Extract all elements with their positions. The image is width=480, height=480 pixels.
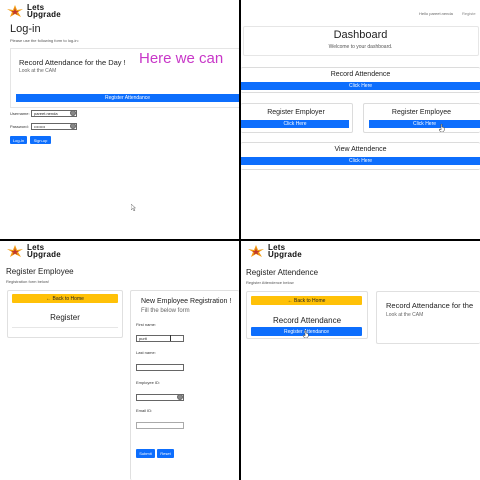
username-label: Username: bbox=[10, 111, 30, 116]
page-subtitle: Registration form below! bbox=[6, 279, 50, 284]
view-attendance-title: View Attendence bbox=[334, 146, 387, 153]
divider bbox=[12, 327, 118, 328]
overlay-text: Here we can bbox=[139, 50, 224, 67]
mouse-cursor-icon bbox=[131, 204, 136, 211]
hand-cursor-icon bbox=[439, 124, 445, 132]
register-employee-screen: Lets Upgrade Register Employee Registrat… bbox=[0, 241, 239, 480]
back-to-home-button[interactable]: ← Back to Home bbox=[12, 294, 118, 303]
register-employer-button[interactable]: Click Here bbox=[241, 120, 349, 128]
register-attendance-button[interactable]: Register Attendance bbox=[16, 94, 239, 102]
email-label: Email ID: bbox=[136, 408, 153, 413]
first-name-input[interactable]: purit bbox=[136, 335, 184, 342]
logo-icon bbox=[7, 245, 23, 257]
logo-line2: Upgrade bbox=[27, 250, 61, 259]
text-caret bbox=[170, 335, 171, 341]
dashboard-title: Dashboard bbox=[333, 29, 388, 41]
login-screen: Lets Upgrade Log-in Please use the follo… bbox=[0, 0, 239, 239]
register-attendance-screen: Lets Upgrade Register Attendence Registe… bbox=[241, 241, 480, 480]
card-subtitle: Look at the CAM bbox=[19, 68, 57, 74]
first-name-label: First name: bbox=[136, 322, 157, 327]
email-input[interactable] bbox=[136, 422, 184, 429]
dashboard-welcome: Welcome to your dashboard. bbox=[328, 44, 393, 50]
login-button[interactable]: Log-in bbox=[10, 136, 27, 144]
register-employer-title: Register Employer bbox=[267, 109, 325, 116]
register-employee-button[interactable]: Click Here bbox=[369, 120, 480, 128]
password-label: Password: bbox=[10, 124, 29, 129]
logo-line2: Upgrade bbox=[268, 250, 302, 259]
signup-button[interactable]: Sign-up bbox=[30, 136, 51, 144]
logo-icon bbox=[248, 245, 264, 257]
password-key-icon[interactable] bbox=[70, 123, 76, 129]
last-name-input[interactable] bbox=[136, 364, 184, 371]
page-title: Log-in bbox=[10, 23, 41, 35]
form-subtitle: Fill the below form bbox=[141, 308, 190, 314]
last-name-label: Last name: bbox=[136, 350, 156, 355]
register-employee-card bbox=[363, 103, 480, 133]
dashboard-screen: Hello pareet.nenda Registe Dashboard Wel… bbox=[241, 0, 480, 239]
lets-upgrade-logo: Lets Upgrade bbox=[6, 244, 61, 259]
page-title: Register Employee bbox=[6, 267, 74, 276]
left-card-title: Register bbox=[50, 313, 80, 322]
hand-cursor-icon bbox=[303, 330, 309, 338]
user-greeting: Hello pareet.nenda bbox=[419, 11, 453, 16]
page-title: Register Attendence bbox=[246, 268, 319, 277]
record-attendance-button[interactable]: Click Here bbox=[241, 82, 480, 90]
employee-id-label: Employee ID: bbox=[136, 380, 161, 385]
camera-card-title: Record Attendance for the bbox=[386, 301, 474, 310]
lets-upgrade-logo: Lets Upgrade bbox=[6, 4, 61, 19]
register-employer-card bbox=[241, 103, 353, 133]
card-title: Record Attendance bbox=[272, 316, 342, 325]
logo-line2: Upgrade bbox=[27, 10, 61, 19]
reset-button[interactable]: Reset bbox=[157, 449, 174, 458]
logo-icon bbox=[7, 5, 23, 17]
form-title: New Employee Registration ! bbox=[141, 298, 232, 305]
page-subtitle: Register Attendence below bbox=[246, 280, 294, 285]
lets-upgrade-logo: Lets Upgrade bbox=[247, 244, 302, 259]
autofill-icon[interactable] bbox=[70, 110, 76, 116]
card-title: Record Attendance for the Day ! bbox=[19, 58, 126, 67]
submit-button[interactable]: Submit bbox=[136, 449, 155, 458]
camera-card-subtitle: Look at the CAM bbox=[386, 312, 424, 318]
page-subtitle: Please use the following form to log-in: bbox=[10, 38, 79, 43]
nav-register-link[interactable]: Registe bbox=[462, 11, 476, 16]
record-attendance-title: Record Attendence bbox=[330, 71, 391, 78]
autofill-icon[interactable] bbox=[177, 394, 183, 400]
view-attendance-button[interactable]: Click Here bbox=[241, 157, 480, 165]
register-employee-title: Register Employee bbox=[391, 109, 452, 116]
back-to-home-button[interactable]: ← Back to Home bbox=[251, 296, 362, 305]
